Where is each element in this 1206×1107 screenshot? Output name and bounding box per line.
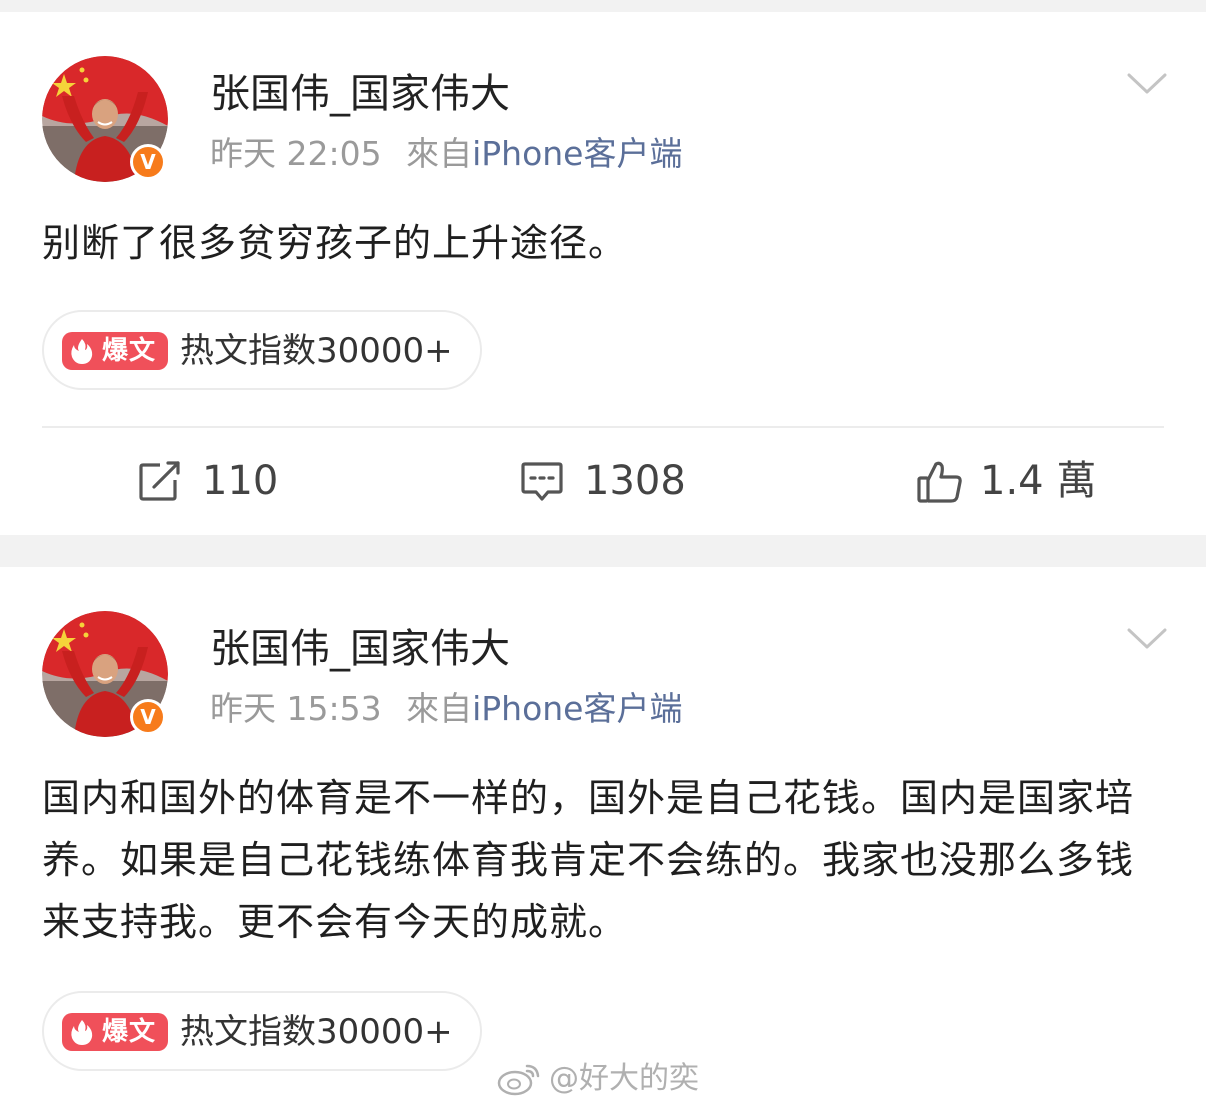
thumbs-up-icon (917, 461, 962, 503)
watermark-text: @好大的奕 (549, 1061, 699, 1096)
like-count: 1.4 萬 (980, 458, 1097, 504)
username[interactable]: 张国伟_国家伟大 (210, 625, 510, 673)
hot-index-text: 热文指数30000+ (180, 1012, 453, 1052)
chevron-down-icon[interactable] (1126, 72, 1168, 96)
hot-index-pill[interactable]: 爆文 热文指数30000+ (42, 310, 482, 390)
hot-index-text: 热文指数30000+ (180, 331, 453, 371)
hot-index-pill[interactable]: 爆文 热文指数30000+ (42, 991, 482, 1071)
post-source[interactable]: iPhone客户端 (472, 689, 682, 728)
avatar[interactable]: V (42, 611, 168, 737)
post-meta: 昨天 22:05 來自iPhone客户端 (210, 134, 683, 174)
username[interactable]: 张国伟_国家伟大 (210, 70, 510, 118)
verified-badge: V (130, 144, 166, 180)
divider (42, 426, 1164, 428)
hot-badge: 爆文 (62, 1013, 168, 1051)
flame-icon (71, 339, 93, 364)
repost-count: 110 (202, 458, 279, 504)
from-label: 來自 (406, 689, 473, 728)
post-time: 昨天 22:05 (210, 134, 382, 173)
flame-icon (71, 1020, 93, 1045)
repost-button[interactable]: 110 (138, 456, 318, 506)
verified-badge: V (130, 699, 166, 735)
comment-icon (521, 462, 563, 501)
post-source[interactable]: iPhone客户端 (472, 134, 682, 173)
comment-button[interactable]: 1308 (520, 456, 720, 506)
hot-badge-label: 爆文 (102, 1017, 157, 1047)
post-text: 国内和国外的体育是不一样的，国外是自己花钱。国内是国家培养。如果是自己花钱练体育… (42, 776, 1135, 944)
avatar[interactable]: V (42, 56, 168, 182)
post-meta: 昨天 15:53 來自iPhone客户端 (210, 689, 683, 729)
chevron-down-icon[interactable] (1126, 627, 1168, 651)
post-text: 别断了很多贫穷孩子的上升途径。 (42, 221, 628, 265)
weibo-logo-icon (497, 1064, 540, 1096)
repost-icon (139, 461, 180, 501)
comment-count: 1308 (584, 458, 686, 504)
like-button[interactable]: 1.4 萬 (916, 456, 1116, 506)
post-card[interactable]: V 张国伟_国家伟大 昨天 15:53 來自iPhone客户端 国内和国外的体育… (0, 567, 1206, 1107)
post-time: 昨天 15:53 (210, 689, 382, 728)
hot-badge-label: 爆文 (102, 336, 157, 366)
from-label: 來自 (406, 134, 473, 173)
post-card[interactable]: V 张国伟_国家伟大 昨天 22:05 來自iPhone客户端 别断了很多贫穷孩… (0, 12, 1206, 535)
hot-badge: 爆文 (62, 332, 168, 370)
